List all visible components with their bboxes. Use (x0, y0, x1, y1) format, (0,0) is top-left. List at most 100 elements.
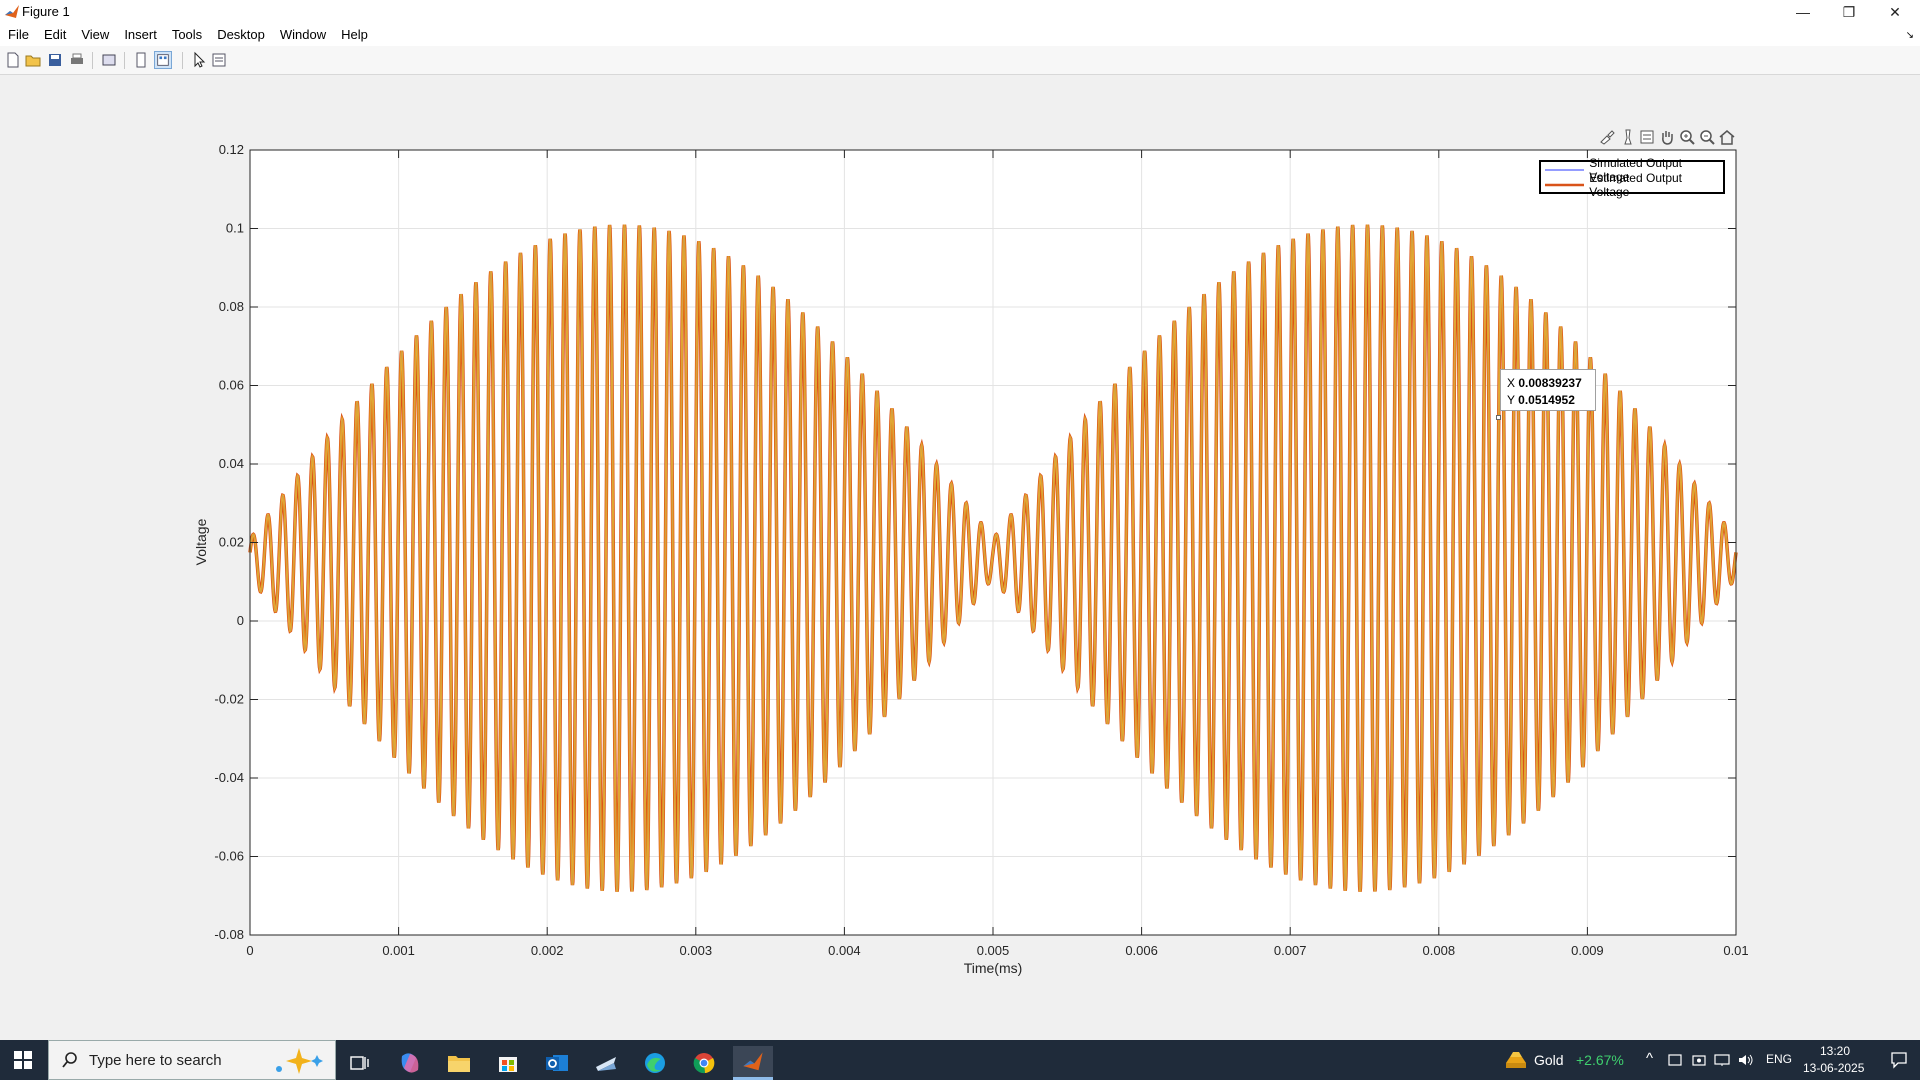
close-button[interactable]: ✕ (1872, 0, 1918, 24)
datatip-x-value: 0.00839237 (1518, 376, 1582, 390)
x-tick-label: 0 (246, 943, 253, 958)
datatip-y-row: Y 0.0514952 (1507, 392, 1595, 409)
menu-view[interactable]: View (73, 24, 116, 46)
x-tick-label: 0.004 (828, 943, 861, 958)
x-tick-label: 0.001 (382, 943, 415, 958)
edit-plot-icon[interactable] (190, 51, 208, 69)
language-indicator[interactable]: ENG (1766, 1052, 1792, 1066)
menu-insert[interactable]: Insert (116, 24, 164, 46)
restore-view-icon[interactable] (1718, 128, 1736, 146)
plot-area: 0 0.001 0.002 0.003 0.004 0.005 0.006 0.007 0.00… (193, 142, 1749, 976)
restore-button[interactable]: ❐ (1826, 0, 1872, 24)
y-tick-label: 0.12 (219, 142, 244, 157)
clock-time[interactable]: 13:20 (1820, 1044, 1850, 1058)
app-pinned-icon[interactable] (586, 1046, 626, 1080)
matlab-taskbar-icon[interactable] (733, 1046, 773, 1080)
figure-canvas: 0 0.001 0.002 0.003 0.004 0.005 0.006 0.007 0.00… (0, 75, 1920, 1040)
gold-ticker-icon[interactable] (1504, 1049, 1528, 1071)
matlab-logo-icon (5, 5, 19, 18)
print-icon[interactable] (68, 51, 86, 69)
new-figure-icon[interactable] (4, 51, 22, 69)
window-title: Figure 1 (22, 4, 70, 19)
y-tick-label: 0.02 (219, 535, 244, 550)
outlook-icon[interactable] (537, 1046, 577, 1080)
datatip[interactable]: X 0.00839237 Y 0.0514952 (1500, 369, 1596, 411)
datatip-x-label: X (1507, 376, 1516, 390)
export-icon[interactable] (1638, 128, 1656, 146)
legend-line-simulated (1545, 169, 1585, 171)
search-placeholder: Type here to search (89, 1051, 222, 1069)
windows-logo-icon (14, 1051, 32, 1069)
file-explorer-icon[interactable] (439, 1046, 479, 1080)
hide-plot-tools-icon[interactable] (132, 51, 150, 69)
menu-bar: File Edit View Insert Tools Desktop Wind… (0, 24, 1920, 46)
legend[interactable]: Simulated Output Voltage Estimated Outpu… (1539, 156, 1725, 199)
open-file-icon[interactable] (24, 51, 42, 69)
figure-toolbar (0, 46, 1920, 75)
search-icon (62, 1052, 77, 1068)
datatip-marker[interactable] (1496, 415, 1501, 420)
y-tick-label: -0.06 (214, 849, 244, 864)
meet-now-icon[interactable] (1668, 1053, 1682, 1067)
y-tick-label: -0.04 (214, 770, 244, 785)
zoom-in-icon[interactable] (1678, 128, 1696, 146)
notification-icon[interactable] (1890, 1051, 1908, 1069)
save-icon[interactable] (46, 51, 64, 69)
x-tick-label: 0.007 (1274, 943, 1307, 958)
chrome-icon[interactable] (684, 1046, 724, 1080)
title-bar: Figure 1 — ❐ ✕ (0, 0, 1920, 24)
legend-entry-estimated: Estimated Output Voltage (1545, 171, 1723, 199)
x-tick-label: 0.009 (1571, 943, 1604, 958)
edge-icon[interactable] (635, 1046, 675, 1080)
x-axis-label: Time(ms) (964, 960, 1023, 976)
copilot-sparkle-icon (276, 1048, 323, 1074)
y-tick-label: 0 (237, 613, 244, 628)
ticker-label[interactable]: Gold (1534, 1052, 1564, 1068)
task-view-icon[interactable] (340, 1046, 380, 1080)
taskbar-search[interactable]: Type here to search (48, 1040, 336, 1080)
volume-icon[interactable] (1738, 1053, 1754, 1067)
pan-icon[interactable] (1658, 128, 1676, 146)
minimize-button[interactable]: — (1780, 0, 1826, 24)
clock-date[interactable]: 13-06-2025 (1803, 1061, 1864, 1075)
x-tick-label: 0.005 (977, 943, 1010, 958)
y-tick-label: 0.04 (219, 456, 244, 471)
y-tick-label: 0.08 (219, 299, 244, 314)
menu-file[interactable]: File (0, 24, 36, 46)
copilot-app-icon[interactable] (390, 1046, 430, 1080)
menu-help[interactable]: Help (333, 24, 375, 46)
x-tick-label: 0.002 (531, 943, 564, 958)
legend-line-estimated (1545, 183, 1585, 187)
menu-edit[interactable]: Edit (36, 24, 73, 46)
ticker-change[interactable]: +2.67% (1576, 1052, 1624, 1068)
security-icon[interactable] (1692, 1053, 1706, 1067)
x-tick-label: 0.006 (1125, 943, 1158, 958)
x-tick-label: 0.008 (1423, 943, 1456, 958)
network-icon[interactable] (1714, 1053, 1730, 1067)
brush-icon[interactable] (1598, 128, 1616, 146)
link-plot-icon[interactable] (100, 51, 118, 69)
menu-desktop[interactable]: Desktop (209, 24, 272, 46)
datatip-y-value: 0.0514952 (1518, 393, 1575, 407)
dock-arrow-icon[interactable]: ↘ (1906, 30, 1914, 41)
toolbar-separator (124, 52, 125, 69)
y-tick-label: -0.02 (214, 692, 244, 707)
chevron-up-icon[interactable]: ^ (1646, 1050, 1653, 1067)
y-tick-label: -0.08 (214, 927, 244, 942)
axes-toolbar (1598, 128, 1736, 148)
datatip-icon[interactable] (1618, 128, 1636, 146)
store-icon[interactable] (488, 1046, 528, 1080)
x-tick-label: 0.003 (680, 943, 713, 958)
start-button[interactable] (0, 1040, 46, 1080)
y-tick-label: 0.1 (226, 221, 244, 236)
y-tick-label: 0.06 (219, 378, 244, 393)
show-plot-tools-icon[interactable] (154, 51, 172, 69)
property-inspector-icon[interactable] (210, 51, 228, 69)
menu-tools[interactable]: Tools (164, 24, 209, 46)
menu-window[interactable]: Window (272, 24, 333, 46)
x-tick-label: 0.01 (1723, 943, 1748, 958)
zoom-out-icon[interactable] (1698, 128, 1716, 146)
datatip-y-label: Y (1507, 393, 1515, 407)
y-axis-label: Voltage (193, 518, 209, 565)
taskbar: Type here to search Gold +2.67% ^ ENG 13… (0, 1040, 1920, 1080)
